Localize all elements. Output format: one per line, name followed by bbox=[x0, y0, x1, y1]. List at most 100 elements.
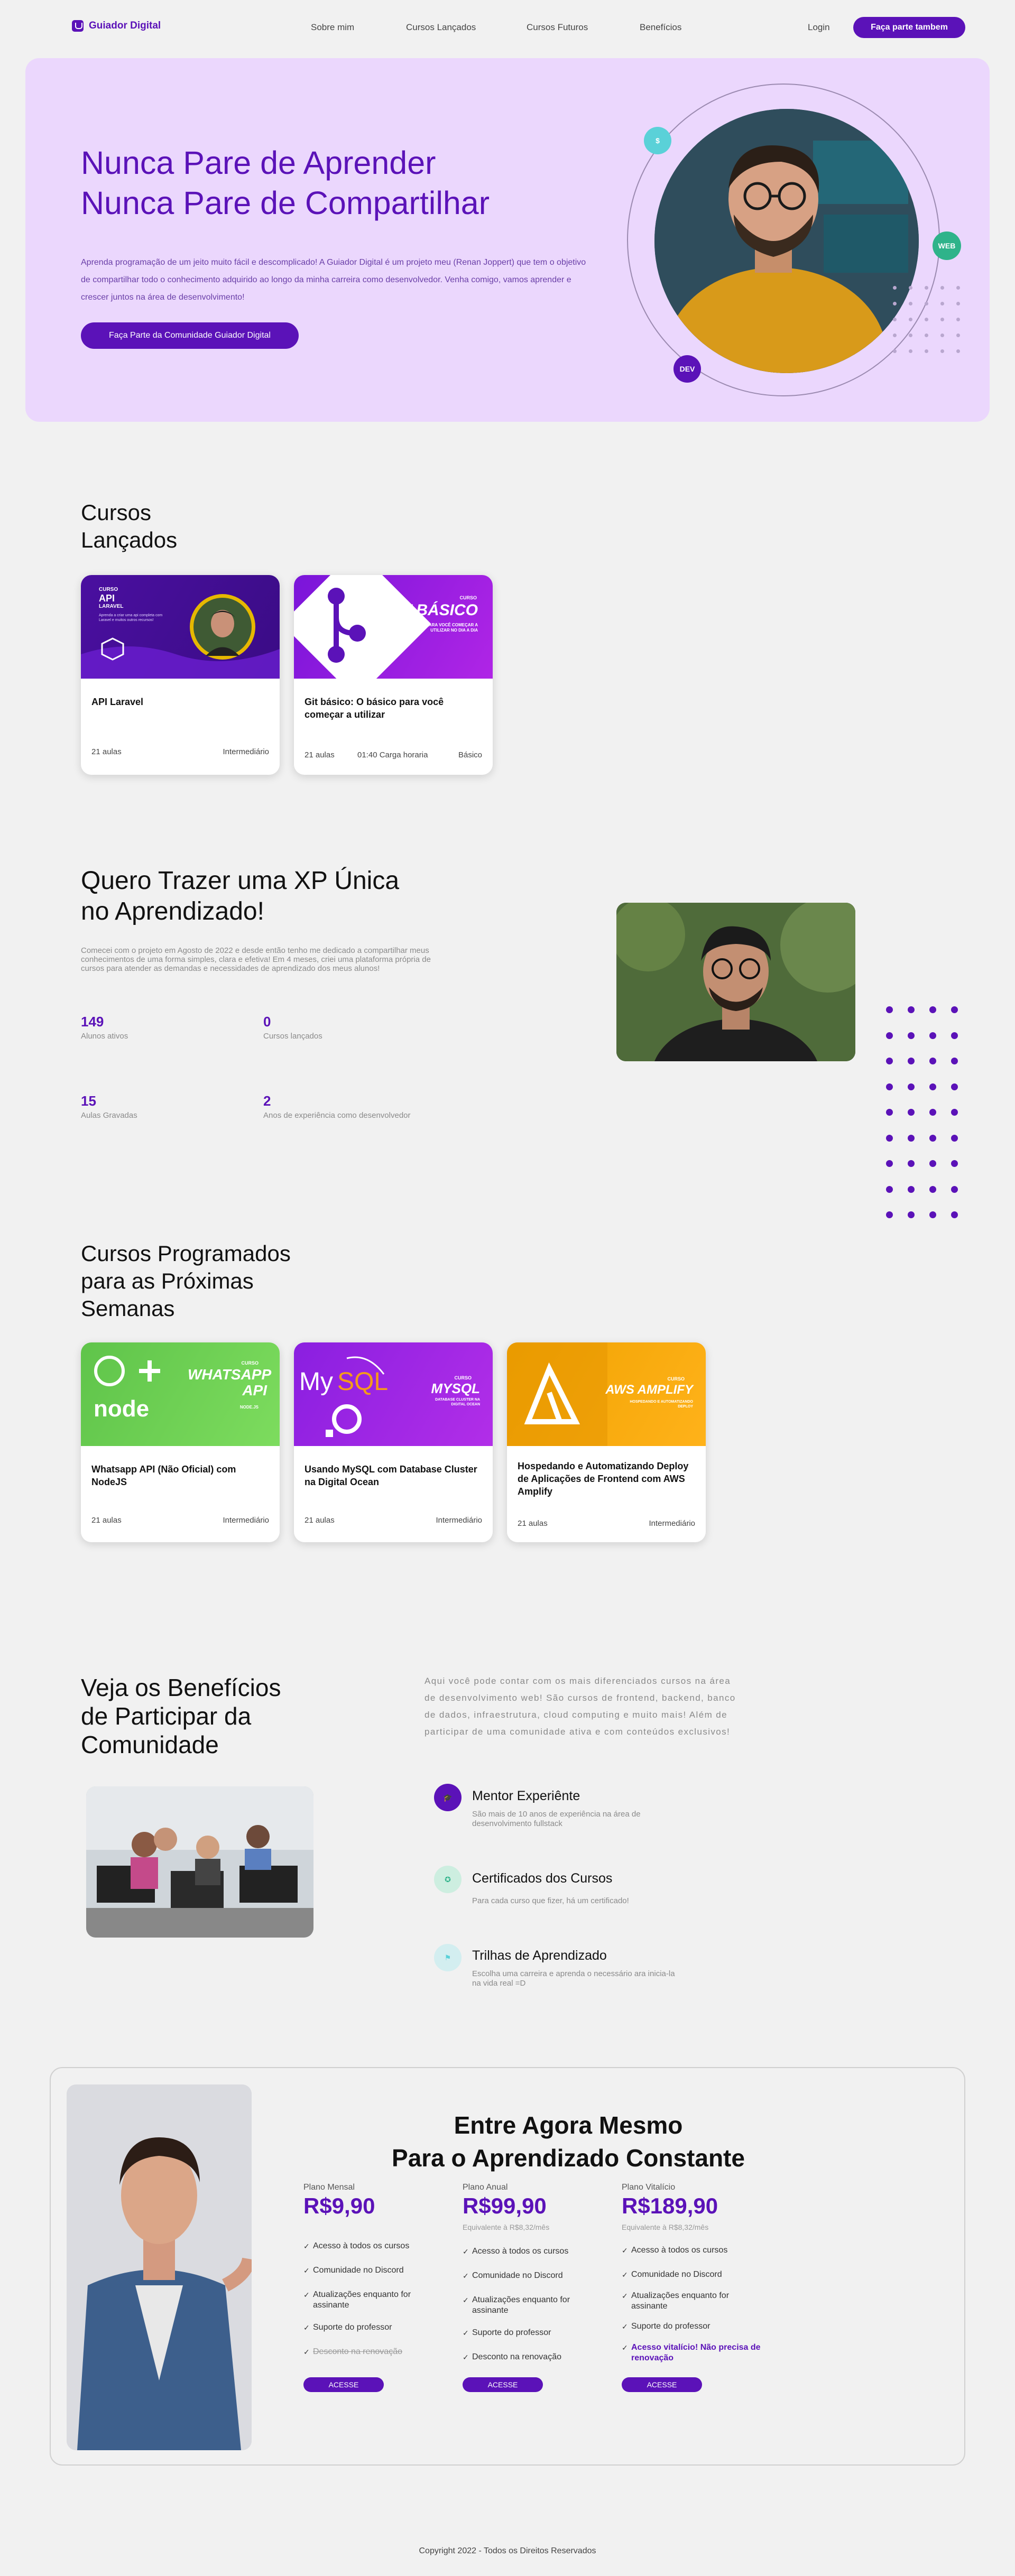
pattern-dot bbox=[886, 1032, 893, 1039]
plan-feature: Comunidade no Discord bbox=[303, 2265, 420, 2276]
plan-equivalent: Equivalente à R$8,32/mês bbox=[463, 2223, 550, 2231]
plan-access-button[interactable]: ACESSE bbox=[303, 2377, 384, 2392]
hero-title-line-2: Nunca Pare de Compartilhar bbox=[81, 185, 490, 221]
logo-text: Guiador Digital bbox=[89, 20, 161, 31]
course-card[interactable]: CURSO GIT BÁSICO O BÁSICO PARA VOCÊ COME… bbox=[294, 575, 493, 775]
pattern-dot bbox=[925, 302, 928, 305]
benefit-description: Escolha uma carreira e aprenda o necessá… bbox=[472, 1969, 675, 1988]
course-thumbnail: My SQL CURSO MYSQL DATABASE CLUSTER NA D… bbox=[294, 1342, 493, 1446]
dev-badge-icon: DEV bbox=[673, 355, 701, 383]
launched-section-title: Cursos Lançados bbox=[81, 499, 177, 554]
hero-dot-pattern bbox=[887, 280, 966, 359]
pattern-dot bbox=[886, 1160, 893, 1167]
pattern-dot bbox=[908, 1058, 915, 1064]
nav-link-cursos-lancados[interactable]: Cursos Lançados bbox=[406, 22, 476, 33]
plan-feature: Atualizações enquanto for assinante bbox=[622, 2291, 738, 2312]
upcoming-title-line-3: Semanas bbox=[81, 1296, 175, 1321]
course-card[interactable]: My SQL CURSO MYSQL DATABASE CLUSTER NA D… bbox=[294, 1342, 493, 1542]
pattern-dot bbox=[951, 1058, 958, 1064]
course-thumbnail: node CURSO WHATSAPP API NODE.JS bbox=[81, 1342, 280, 1446]
nav-link-sobre-mim[interactable]: Sobre mim bbox=[311, 22, 354, 33]
join-community-button[interactable]: Faça Parte da Comunidade Guiador Digital bbox=[81, 322, 299, 349]
plan-access-button[interactable]: ACESSE bbox=[622, 2377, 702, 2392]
svg-text:node: node bbox=[94, 1396, 149, 1422]
thumbnail-small-label: CURSO bbox=[99, 587, 118, 592]
pattern-dot bbox=[929, 1211, 936, 1218]
pattern-dot bbox=[886, 1058, 893, 1064]
pricing-title: Entre Agora Mesmo Para o Aprendizado Con… bbox=[264, 2109, 872, 2174]
course-card[interactable]: node CURSO WHATSAPP API NODE.JS Whatsapp… bbox=[81, 1342, 280, 1542]
course-level: Intermediário bbox=[223, 747, 269, 756]
course-card[interactable]: CURSO API LARAVEL Aprenda a criar uma ap… bbox=[81, 575, 280, 775]
plan-name: Plano Anual bbox=[463, 2183, 508, 2192]
xp-dot-pattern bbox=[886, 1006, 973, 1237]
pattern-dot bbox=[909, 318, 912, 321]
hero-description: Aprenda programação de um jeito muito fá… bbox=[81, 258, 586, 302]
plan-feature: Suporte do professor bbox=[463, 2328, 579, 2338]
pattern-dot bbox=[908, 1032, 915, 1039]
pattern-dot bbox=[929, 1185, 936, 1193]
login-link[interactable]: Login bbox=[808, 22, 830, 33]
pattern-dot bbox=[893, 302, 897, 305]
pattern-dot bbox=[893, 333, 897, 337]
plan-name: Plano Mensal bbox=[303, 2183, 355, 2192]
stat-value: 15 bbox=[81, 1093, 96, 1109]
plan-feature: Suporte do professor bbox=[622, 2321, 738, 2332]
pattern-dot bbox=[951, 1185, 958, 1193]
thumbnail-label: GIT BÁSICO bbox=[385, 601, 478, 619]
xp-section-title: Quero Trazer uma XP Única no Aprendizado… bbox=[81, 866, 399, 927]
plan-access-button[interactable]: ACESSE bbox=[463, 2377, 543, 2392]
course-lessons: 21 aulas bbox=[91, 1516, 122, 1525]
course-title: Hospedando e Automatizando Deploy de Apl… bbox=[518, 1461, 689, 1497]
course-card[interactable]: CURSO AWS AMPLIFY HOSPEDANDO E AUTOMATIZ… bbox=[507, 1342, 706, 1542]
thumbnail-label: AWS AMPLIFY bbox=[605, 1383, 693, 1397]
pattern-dot bbox=[951, 1109, 958, 1116]
logo[interactable]: Guiador Digital bbox=[72, 20, 161, 32]
thumbnail-small-label: CURSO bbox=[459, 595, 477, 600]
course-level: Intermediário bbox=[223, 1516, 269, 1525]
thumbnail-small-label: CURSO bbox=[454, 1375, 472, 1380]
plan-name: Plano Vitalício bbox=[622, 2183, 676, 2192]
upcoming-section-title: Cursos Programados para as Próximas Sema… bbox=[81, 1240, 291, 1322]
pattern-dot bbox=[929, 1006, 936, 1013]
footer-copyright: Copyright 2022 - Todos os Direitos Reser… bbox=[419, 2546, 596, 2555]
pattern-dot bbox=[886, 1134, 893, 1142]
plan-feature: Desconto na renovação bbox=[463, 2352, 579, 2362]
course-thumbnail: CURSO AWS AMPLIFY HOSPEDANDO E AUTOMATIZ… bbox=[507, 1342, 706, 1446]
web-badge-icon: WEB bbox=[933, 231, 961, 260]
pattern-dot bbox=[929, 1058, 936, 1064]
pattern-dot bbox=[886, 1083, 893, 1090]
pattern-dot bbox=[940, 286, 944, 290]
xp-description: Comecei com o projeto em Agosto de 2022 … bbox=[81, 946, 431, 973]
pattern-dot bbox=[940, 302, 944, 305]
pattern-dot bbox=[940, 333, 944, 337]
thumbnail-caption: O BÁSICO PARA VOCÊ COMEÇAR A UTILIZAR NO… bbox=[404, 623, 478, 633]
stat-label: Alunos ativos bbox=[81, 1032, 128, 1041]
pattern-dot bbox=[929, 1134, 936, 1142]
pattern-dot bbox=[886, 1109, 893, 1116]
benefit-title: Certificados dos Cursos bbox=[472, 1871, 613, 1886]
pattern-dot bbox=[940, 349, 944, 353]
course-level: Intermediário bbox=[436, 1516, 482, 1525]
pattern-dot bbox=[908, 1185, 915, 1193]
launched-title-line-2: Lançados bbox=[81, 527, 178, 552]
svg-text:SQL: SQL bbox=[337, 1368, 388, 1396]
benefit-description: Para cada curso que fizer, há um certifi… bbox=[472, 1896, 629, 1905]
pattern-dot bbox=[956, 302, 960, 305]
benefits-title-line-3: Comunidade bbox=[81, 1731, 219, 1758]
join-button[interactable]: Faça parte tambem bbox=[853, 17, 965, 38]
instructor-photo bbox=[616, 903, 855, 1061]
course-title: Usando MySQL com Database Cluster na Dig… bbox=[304, 1464, 477, 1487]
plan-feature-unavailable: Desconto na renovação bbox=[303, 2347, 420, 2357]
plan-price: R$99,90 bbox=[463, 2193, 547, 2218]
nav-link-cursos-futuros[interactable]: Cursos Futuros bbox=[527, 22, 588, 33]
stat-value: 0 bbox=[263, 1014, 271, 1030]
stat-value: 2 bbox=[263, 1093, 271, 1109]
benefits-title-line-2: de Participar da bbox=[81, 1702, 252, 1730]
plan-feature-highlight: Acesso vitalício! Não precisa de renovaç… bbox=[622, 2342, 770, 2364]
hero-title-line-1: Nunca Pare de Aprender bbox=[81, 145, 436, 181]
stat-label: Anos de experiência como desenvolvedor bbox=[263, 1111, 411, 1120]
pattern-dot bbox=[929, 1160, 936, 1167]
nav-link-beneficios[interactable]: Benefícios bbox=[640, 22, 681, 33]
plan-feature: Suporte do professor bbox=[303, 2322, 420, 2333]
